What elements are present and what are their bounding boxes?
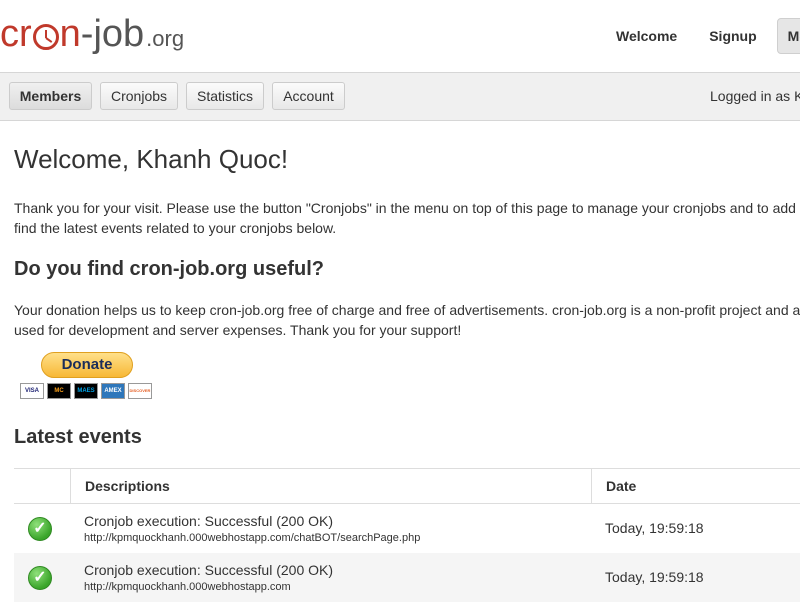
intro-line-2: find the latest events related to your c… xyxy=(14,220,337,236)
nav-members[interactable]: Me xyxy=(776,18,800,54)
date-header: Date xyxy=(606,478,637,494)
event-description: Cronjob execution: Successful (200 OK) xyxy=(84,562,334,578)
column-divider xyxy=(591,469,592,503)
logo-text-job: -job xyxy=(80,13,145,55)
mastercard-icon: MC xyxy=(47,383,71,399)
event-url: http://kpmquockhanh.000webhostapp.com/ch… xyxy=(84,532,421,544)
success-check-icon: ✓ xyxy=(28,517,52,541)
logo-text-org: .org xyxy=(146,26,185,51)
table-row[interactable]: ✓ Cronjob execution: Successful (200 OK)… xyxy=(14,504,800,553)
payment-cards: VISA MC MAES AMEX DISCOVER xyxy=(20,383,152,399)
success-check-icon: ✓ xyxy=(28,566,52,590)
descriptions-header: Descriptions xyxy=(85,478,170,494)
latest-events-heading: Latest events xyxy=(14,426,142,448)
events-table: Descriptions Date ✓ Cronjob execution: S… xyxy=(14,468,800,602)
discover-card-icon: DISCOVER xyxy=(128,383,152,399)
site-header: crn-job.org Welcome Signup Me xyxy=(0,0,800,73)
maestro-card-icon: MAES xyxy=(74,383,98,399)
event-date: Today, 19:59:18 xyxy=(605,520,704,536)
intro-paragraph: Thank you for your visit. Please use the… xyxy=(14,198,800,238)
event-url: http://kpmquockhanh.000webhostapp.com xyxy=(84,581,291,593)
event-description: Cronjob execution: Successful (200 OK) xyxy=(84,513,334,529)
cron-job-logo[interactable]: cr n-job.org xyxy=(0,10,184,58)
nav-welcome[interactable]: Welcome xyxy=(600,18,693,54)
statistics-button[interactable]: Statistics xyxy=(186,82,264,110)
clock-icon xyxy=(32,24,59,50)
logo-text-cr: cr xyxy=(0,13,32,55)
donate-button[interactable]: Donate xyxy=(41,352,133,378)
donation-line-1: Your donation helps us to keep cron-job.… xyxy=(14,302,800,318)
page-title: Welcome, Khanh Quoc! xyxy=(14,144,289,174)
donation-line-2: used for development and server expenses… xyxy=(14,322,462,338)
column-divider xyxy=(70,469,71,503)
donation-paragraph: Your donation helps us to keep cron-job.… xyxy=(14,300,800,340)
top-navigation: Welcome Signup Me xyxy=(600,18,800,54)
amex-card-icon: AMEX xyxy=(101,383,125,399)
members-button[interactable]: Members xyxy=(9,82,92,110)
logo-text-n: n xyxy=(59,13,81,55)
nav-signup[interactable]: Signup xyxy=(693,18,772,54)
logged-in-status: Logged in as K xyxy=(710,88,800,104)
visa-card-icon: VISA xyxy=(20,383,44,399)
account-button[interactable]: Account xyxy=(272,82,345,110)
members-toolbar: Members Cronjobs Statistics Account Logg… xyxy=(0,73,800,121)
table-row[interactable]: ✓ Cronjob execution: Successful (200 OK)… xyxy=(14,553,800,602)
event-date: Today, 19:59:18 xyxy=(605,569,704,585)
intro-line-1: Thank you for your visit. Please use the… xyxy=(14,200,796,216)
useful-heading: Do you find cron-job.org useful? xyxy=(14,258,324,280)
cronjobs-button[interactable]: Cronjobs xyxy=(100,82,178,110)
table-header: Descriptions Date xyxy=(14,468,800,504)
